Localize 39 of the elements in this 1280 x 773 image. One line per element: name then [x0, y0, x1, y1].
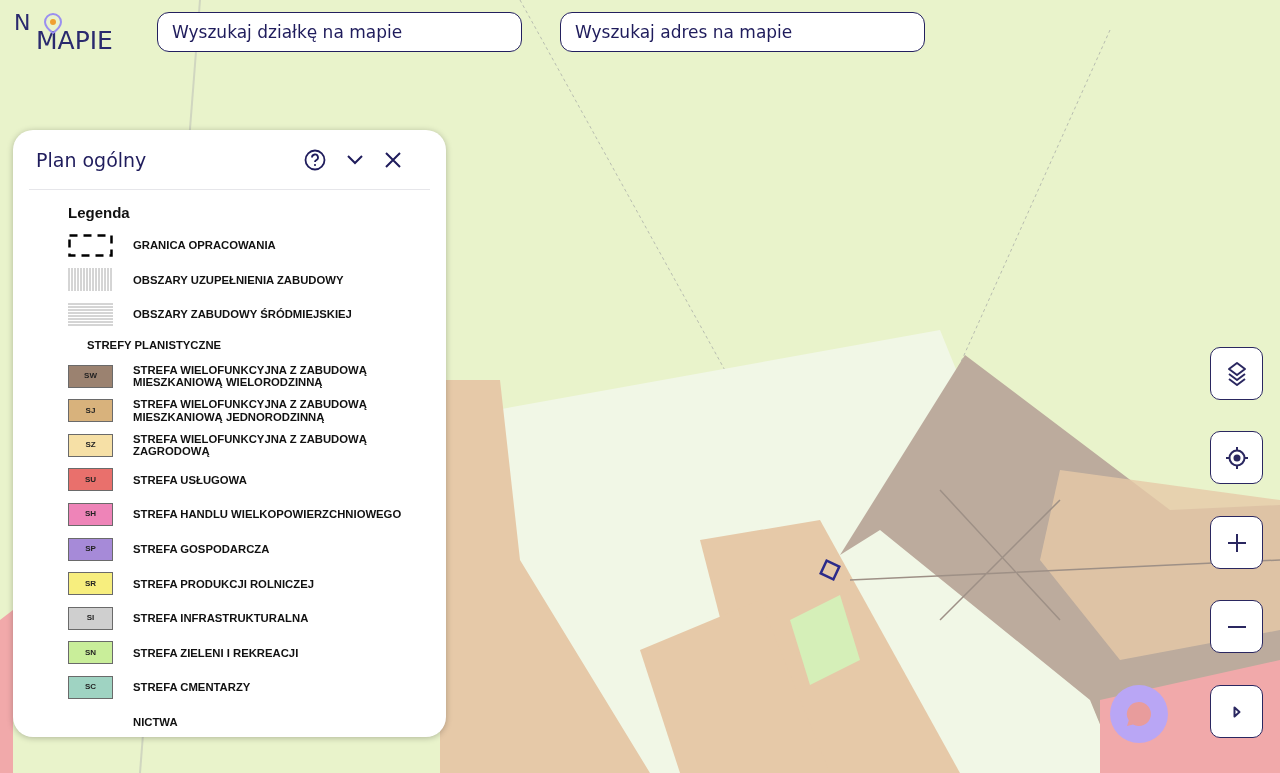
zone-swatch: SJ [68, 399, 113, 423]
legend-label: STREFA WIELOFUNKCYJNA Z ZABUDOWĄ ZAGRODOWĄ [133, 433, 368, 458]
legend-label: STREFA CMENTARZY [133, 681, 251, 694]
search-field[interactable]: Wyszukaj adres na mapie [560, 12, 925, 52]
horizontal-hatch-icon [68, 303, 113, 326]
legend-label: STREFA PRODUKCJI ROLNICZEJ [133, 577, 314, 590]
legend-label: STREFA HANDLU WIELKOPOWIERZCHNIOWEGO [133, 508, 402, 521]
legend-label: STREFA WIELOFUNKCYJNA Z ZABUDOWĄ MIESZKANIOWĄ JEDNORODZINNĄ [133, 398, 368, 423]
zone-swatch: SC [68, 675, 113, 699]
legend-label: STREFA GOSPODARCZA [133, 542, 270, 556]
zone-swatch: SW [68, 364, 113, 388]
search-field[interactable]: Wyszukaj działkę na mapie [157, 12, 522, 52]
legend-label: GRANICA OPRACOWANIA [133, 239, 276, 252]
legend-heading: STREFY PLANISTYCZNE [87, 339, 222, 352]
legend-label: STREFA INFRASTRUKTURALNA [133, 612, 309, 625]
zone-swatch: SR [68, 572, 113, 596]
zone-swatch: SN [68, 641, 113, 665]
zone-swatch: SP [68, 537, 113, 561]
logo-text: N [14, 10, 31, 35]
locate-icon[interactable] [1210, 431, 1263, 484]
layers-icon[interactable] [1210, 347, 1263, 400]
zoom-out-icon[interactable] [1210, 600, 1263, 653]
logo-text: MAPIE [36, 28, 113, 53]
zone-swatch: SI [68, 606, 113, 630]
expand-icon[interactable] [1210, 685, 1263, 738]
dashed-boundary-icon [68, 233, 113, 257]
zone-swatch: SZ [68, 433, 113, 457]
zone-swatch: SH [68, 502, 113, 526]
legend-label: NICTWA [133, 715, 178, 729]
zoom-in-icon[interactable] [1210, 516, 1263, 569]
legend-label: STREFA WIELOFUNKCYJNA Z ZABUDOWĄ MIESZKANIOWĄ WIELORODZINNĄ [133, 363, 368, 389]
legend-title: Legenda [68, 202, 131, 223]
legend-label: OBSZARY UZUPEŁNIENIA ZABUDOWY [133, 273, 344, 286]
zone-swatch: SU [68, 468, 113, 492]
legend-label: STREFA USŁUGOWA [133, 473, 247, 486]
legend-label: STREFA ZIELENI I REKREACJI [133, 646, 299, 659]
panel-title: Plan ogólny [36, 148, 148, 173]
vertical-hatch-icon [68, 268, 113, 292]
legend-label: OBSZARY ZABUDOWY ŚRÓDMIEJSKIEJ [133, 308, 352, 321]
